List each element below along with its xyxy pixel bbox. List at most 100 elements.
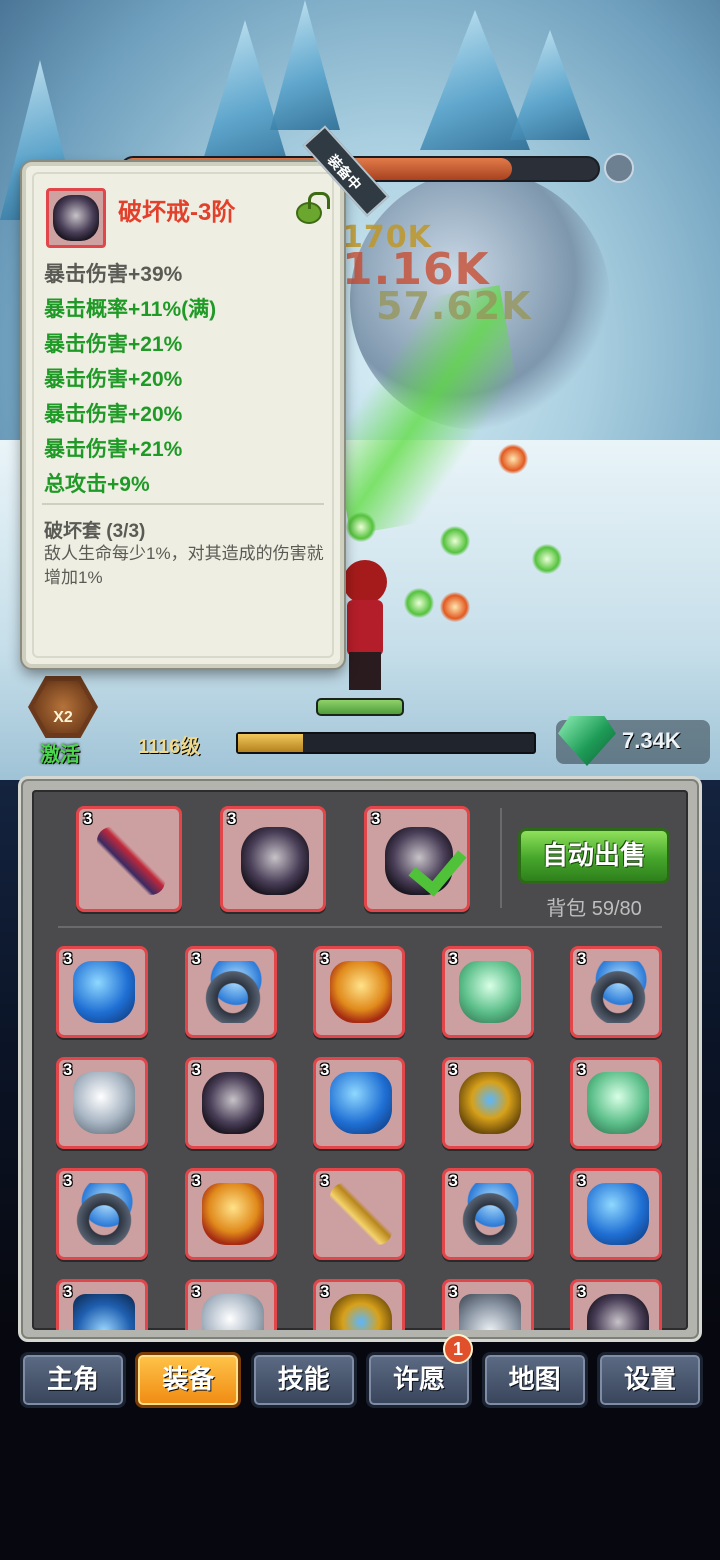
inventory-slot[interactable]: 3 — [184, 1168, 277, 1260]
tab-settings[interactable]: 设置 — [597, 1352, 703, 1408]
tier-label: 3 — [577, 1171, 587, 1190]
fire-projectile — [440, 592, 470, 622]
spiked-silver-icon — [458, 1294, 521, 1330]
auto-sell-button[interactable]: 自动出售 — [518, 828, 670, 884]
inventory-slot[interactable]: 3 — [313, 1279, 405, 1330]
x2-label: X2 — [53, 709, 73, 726]
armor-blue-icon — [73, 961, 135, 1023]
ice-crystal — [270, 0, 340, 130]
xp-bar — [236, 732, 536, 754]
tier-label: 3 — [448, 1060, 458, 1079]
green-projectile — [404, 588, 434, 618]
inventory-slot[interactable]: 3 — [313, 1057, 405, 1149]
armor-silver-icon — [73, 1072, 135, 1134]
inventory-slot[interactable]: 3 — [313, 946, 405, 1038]
inventory-slot[interactable]: 3 — [184, 946, 277, 1038]
inventory-slot[interactable]: 3 — [570, 1057, 662, 1149]
activate-label[interactable]: 激活 — [40, 738, 80, 767]
item-title: 破坏戒-3阶 — [118, 199, 236, 226]
inventory-slot[interactable]: 3 — [441, 946, 534, 1038]
set-name: 破坏套 (3/3) — [44, 521, 146, 542]
tier-label: 3 — [577, 949, 587, 968]
stat-line: 暴击伤害+39% — [44, 263, 183, 286]
armor-blue-icon — [587, 1183, 649, 1245]
inventory-grid[interactable]: 3 3 3 3 3 3 3 3 3 3 3 3 3 3 3 3 3 3 3 3 — [40, 936, 684, 1330]
inventory-slot[interactable]: 3 — [570, 1279, 662, 1330]
green-projectile — [532, 544, 562, 574]
tier-label: 3 — [191, 1282, 201, 1301]
checkmark-icon — [413, 837, 469, 887]
tier-label: 3 — [191, 1060, 201, 1079]
armor-blue-icon — [330, 1072, 392, 1134]
sword-gold-icon — [330, 1183, 392, 1245]
equipped-slot-helmet[interactable]: 3 — [220, 806, 326, 912]
equipped-slot-weapon[interactable]: 3 — [76, 806, 182, 912]
tier-label: 3 — [448, 949, 458, 968]
tier-label: 3 — [320, 949, 330, 968]
inventory-slot[interactable]: 3 — [56, 1279, 148, 1330]
inventory-slot[interactable]: 3 — [56, 1168, 148, 1260]
inventory-slot[interactable]: 3 — [184, 1279, 277, 1330]
equipped-slot-ring[interactable]: 3 — [364, 806, 470, 912]
tier-label: 3 — [227, 809, 237, 828]
ice-crystal — [510, 30, 590, 140]
tier-label: 3 — [371, 809, 381, 828]
stat-line: 暴击伤害+21% — [44, 438, 183, 461]
hero-character — [335, 560, 395, 690]
tier-label: 3 — [320, 1171, 330, 1190]
lock-open-icon[interactable] — [296, 192, 330, 224]
tab-skills[interactable]: 技能 — [250, 1352, 357, 1408]
tier-label: 3 — [191, 949, 201, 968]
enemy-type-icon — [604, 153, 634, 183]
stat-line: 总攻击+9% — [44, 473, 150, 496]
inventory-slot[interactable]: 3 — [56, 946, 148, 1038]
ring-blue-icon — [458, 1183, 521, 1245]
inventory-slot[interactable]: 3 — [441, 1057, 534, 1149]
ring-blue-icon — [201, 961, 264, 1023]
inventory-slot[interactable]: 3 — [570, 946, 662, 1038]
tab-equipment[interactable]: 装备 — [135, 1352, 242, 1408]
tier-label: 3 — [320, 1282, 330, 1301]
ring-item-icon — [46, 188, 106, 248]
stat-line: 暴击概率+11%(满) — [44, 298, 217, 321]
inventory-slot[interactable]: 3 — [570, 1168, 662, 1260]
inventory-slot[interactable]: 3 — [56, 1057, 148, 1149]
armor-green-icon — [458, 961, 521, 1023]
inventory-slot[interactable]: 3 — [441, 1168, 534, 1260]
helm-gold-icon — [330, 1294, 392, 1330]
tab-hero[interactable]: 主角 — [20, 1352, 126, 1408]
armor-gold-icon — [330, 961, 392, 1023]
tab-map[interactable]: 地图 — [481, 1352, 588, 1408]
stat-line: 暴击伤害+20% — [44, 403, 183, 426]
xp-bar-fill — [238, 734, 304, 752]
tier-label: 3 — [577, 1282, 587, 1301]
tier-label: 3 — [63, 949, 73, 968]
inventory-slot[interactable]: 3 — [313, 1168, 405, 1260]
stat-line: 暴击伤害+20% — [44, 368, 183, 391]
damage-number: 57.62K — [376, 284, 532, 328]
tooltip-divider — [42, 503, 324, 505]
hero-hp-bar — [316, 698, 404, 716]
tier-label: 3 — [191, 1171, 201, 1190]
gem-value: 7.34K — [622, 728, 681, 753]
fire-projectile — [498, 444, 528, 474]
hero-body — [347, 600, 383, 656]
green-projectile — [346, 512, 376, 542]
inventory-slot[interactable]: 3 — [184, 1057, 277, 1149]
equip-divider — [500, 808, 502, 908]
tier-label: 3 — [63, 1282, 73, 1301]
ring-blue-icon — [73, 1183, 135, 1245]
tier-label: 3 — [320, 1060, 330, 1079]
inventory-slot[interactable]: 3 — [441, 1279, 534, 1330]
tier-label: 3 — [63, 1060, 73, 1079]
bag-capacity: 背包 59/80 — [546, 898, 642, 920]
notification-badge: 1 — [443, 1334, 473, 1364]
stat-line: 暴击伤害+21% — [44, 333, 183, 356]
tier-label: 3 — [448, 1171, 458, 1190]
green-projectile — [440, 526, 470, 556]
ice-crystal — [200, 20, 290, 170]
tier-label: 3 — [577, 1060, 587, 1079]
tier-label: 3 — [83, 809, 93, 828]
armor-gold-icon — [201, 1183, 264, 1245]
spiked-blue-icon — [73, 1294, 135, 1330]
